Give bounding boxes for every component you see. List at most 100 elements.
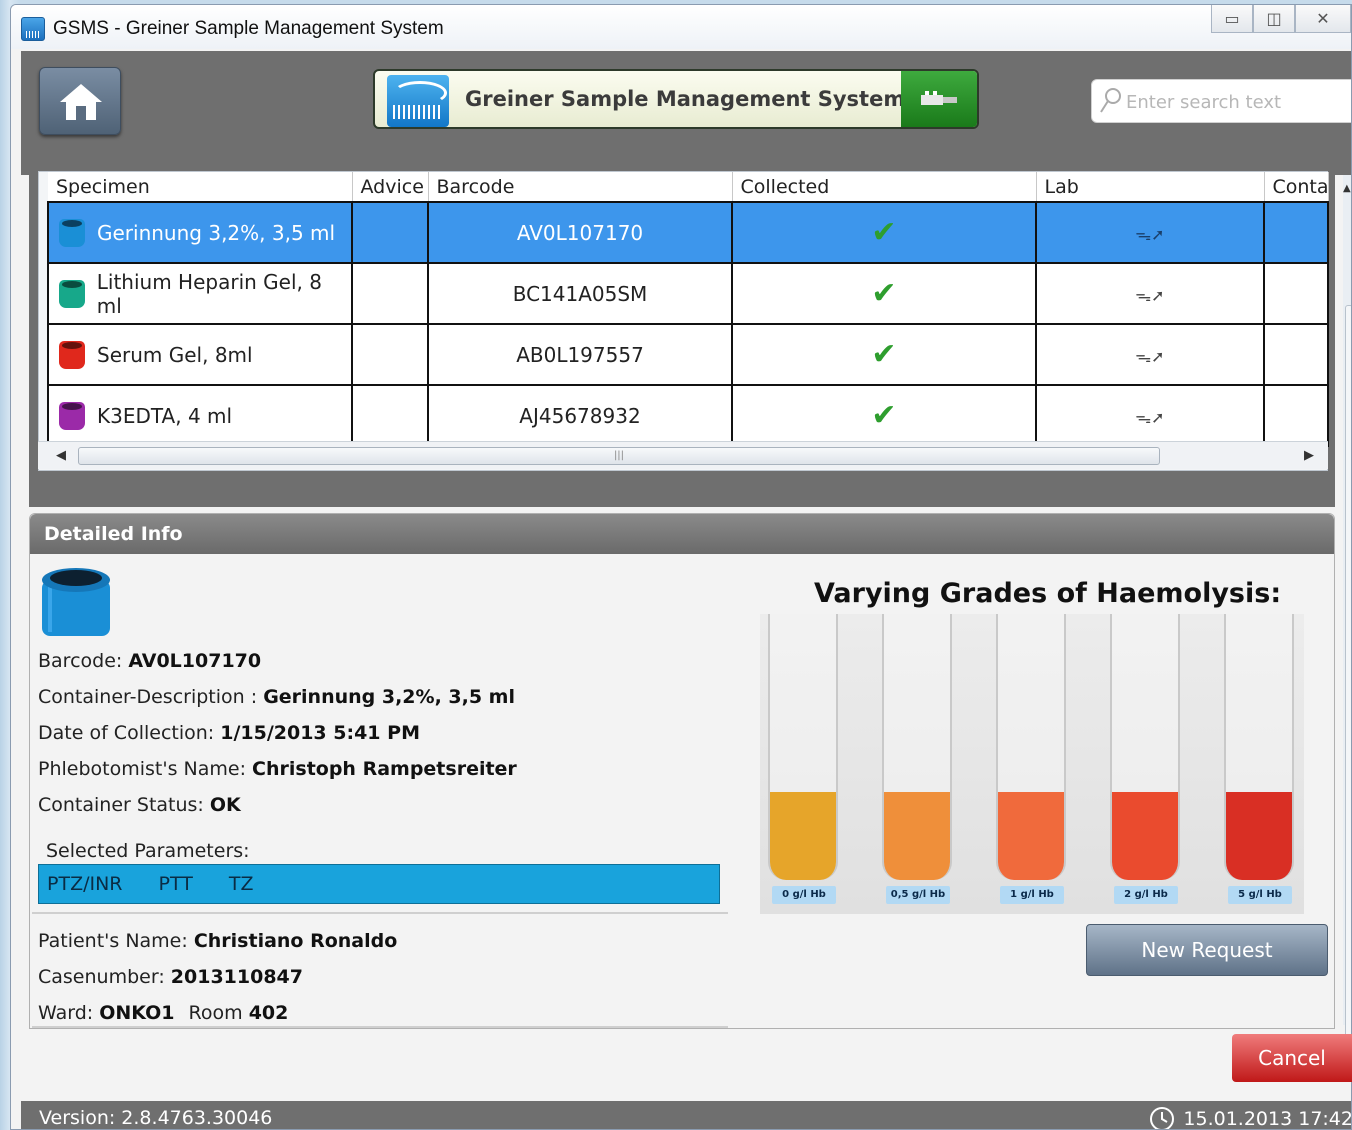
- haemolysis-fill: [884, 792, 950, 880]
- divider: [32, 1026, 728, 1028]
- table-row[interactable]: Gerinnung 3,2%, 3,5 ml AV0L107170 ✔ ᯓ➚: [47, 201, 1329, 264]
- barcode-info: Barcode: AV0L107170: [38, 650, 261, 672]
- status-bar: Version: 2.8.4763.30046 15.01.2013 17:42: [21, 1101, 1352, 1130]
- advice-cell[interactable]: [351, 384, 429, 447]
- specimen-cell[interactable]: Lithium Heparin Gel, 8 ml: [47, 262, 353, 325]
- haemolysis-fill: [770, 792, 836, 880]
- collected-cell[interactable]: ✔: [731, 323, 1037, 386]
- scroll-right-icon[interactable]: ▶: [1304, 448, 1314, 463]
- detailed-info-header: Detailed Info: [30, 514, 1334, 554]
- search-input[interactable]: [1126, 88, 1346, 116]
- lab-cell[interactable]: ᯓ➚: [1035, 384, 1265, 447]
- scroll-left-icon[interactable]: ◀: [56, 448, 66, 463]
- parameter-item[interactable]: PTT: [159, 873, 193, 895]
- collection-date-label: Date of Collection:: [38, 722, 215, 744]
- specimen-name: Gerinnung 3,2%, 3,5 ml: [97, 220, 336, 245]
- clock-icon: [1150, 1107, 1175, 1129]
- table-row[interactable]: Lithium Heparin Gel, 8 ml BC141A05SM ✔ ᯓ➚: [47, 262, 1329, 325]
- app-window: GSMS - Greiner Sample Management System …: [10, 4, 1352, 1130]
- maximize-icon[interactable]: ◫: [1253, 5, 1295, 33]
- casenumber-info: Casenumber: 2013110847: [38, 966, 303, 988]
- specimen-name: Lithium Heparin Gel, 8 ml: [96, 269, 322, 318]
- haemolysis-label: 0,5 g/l Hb: [886, 886, 950, 904]
- window-title: GSMS - Greiner Sample Management System: [53, 18, 444, 39]
- barcode-cell[interactable]: AJ45678932: [427, 384, 733, 447]
- checkmark-icon: ✔: [871, 337, 897, 372]
- table-row[interactable]: K3EDTA, 4 ml AJ45678932 ✔ ᯓ➚: [47, 384, 1329, 447]
- collection-date-info: Date of Collection: 1/15/2013 5:41 PM: [38, 722, 420, 744]
- phlebotomist-value: Christoph Rampetsreiter: [252, 758, 517, 780]
- datetime-value: 15.01.2013 17:42: [1183, 1108, 1352, 1130]
- haemolysis-label: 0 g/l Hb: [772, 886, 836, 904]
- specimen-tube-icon: [59, 401, 85, 430]
- vertical-scroll-thumb[interactable]: [1345, 305, 1351, 1045]
- container-info: Container-Description : Gerinnung 3,2%, …: [38, 686, 515, 708]
- close-icon[interactable]: ✕: [1295, 5, 1351, 33]
- advice-cell[interactable]: [351, 201, 429, 264]
- column-header-lab[interactable]: Lab: [1036, 172, 1265, 202]
- container-cell[interactable]: [1263, 262, 1329, 325]
- app-header: Greiner Sample Management System: [21, 51, 1351, 175]
- lab-cell[interactable]: ᯓ➚: [1035, 201, 1265, 264]
- table-row[interactable]: Serum Gel, 8ml AB0L197557 ✔ ᯓ➚: [47, 323, 1329, 386]
- lab-cell[interactable]: ᯓ➚: [1035, 262, 1265, 325]
- selected-parameters-list[interactable]: PTZ/INR PTT TZ: [38, 864, 720, 904]
- brand-title: Greiner Sample Management System: [465, 87, 906, 111]
- haemolysis-label: 2 g/l Hb: [1114, 886, 1178, 904]
- barcode-cell[interactable]: BC141A05SM: [427, 262, 733, 325]
- collected-cell[interactable]: ✔: [731, 384, 1037, 447]
- column-header-container[interactable]: Conta: [1264, 172, 1329, 202]
- container-cell[interactable]: [1263, 384, 1329, 447]
- advice-cell[interactable]: [351, 323, 429, 386]
- container-cell[interactable]: [1263, 323, 1329, 386]
- brand-banner: Greiner Sample Management System: [373, 69, 979, 129]
- specimen-name: K3EDTA, 4 ml: [97, 403, 233, 428]
- greiner-logo-icon: [387, 75, 449, 127]
- new-request-button[interactable]: New Request: [1086, 924, 1328, 976]
- specimen-tube-icon: [59, 218, 85, 247]
- clock-display: 15.01.2013 17:42: [1149, 1106, 1352, 1130]
- column-header-barcode[interactable]: Barcode: [428, 172, 733, 202]
- home-button[interactable]: [39, 67, 121, 135]
- specimen-cell[interactable]: Serum Gel, 8ml: [47, 323, 353, 386]
- minimize-icon[interactable]: ▭: [1211, 5, 1253, 33]
- casenumber-value: 2013110847: [170, 966, 303, 988]
- advice-cell[interactable]: [351, 262, 429, 325]
- barcode-cell[interactable]: AV0L107170: [427, 201, 733, 264]
- lab-cell[interactable]: ᯓ➚: [1035, 323, 1265, 386]
- haemolysis-tube: [882, 614, 952, 880]
- lab-transport-icon: ᯓ➚: [1135, 407, 1165, 427]
- column-header-collected[interactable]: Collected: [732, 172, 1037, 202]
- parameter-item[interactable]: TZ: [229, 873, 254, 895]
- column-header-advice[interactable]: Advice: [352, 172, 429, 202]
- container-status-label: Container Status:: [38, 794, 204, 816]
- haemolysis-title: Varying Grades of Haemolysis:: [814, 578, 1282, 609]
- barcode-cell[interactable]: AB0L197557: [427, 323, 733, 386]
- scroll-up-icon[interactable]: ▲: [1343, 183, 1351, 194]
- specimen-tube-icon: [59, 279, 85, 308]
- specimen-name: Serum Gel, 8ml: [97, 342, 253, 367]
- collected-cell[interactable]: ✔: [731, 201, 1037, 264]
- cancel-button[interactable]: Cancel: [1232, 1034, 1352, 1082]
- parameter-item[interactable]: PTZ/INR: [47, 873, 123, 895]
- window-controls: ▭ ◫ ✕: [1211, 5, 1351, 35]
- container-status-value: OK: [209, 794, 241, 816]
- specimen-cell[interactable]: Gerinnung 3,2%, 3,5 ml: [47, 201, 353, 264]
- casenumber-label: Casenumber:: [38, 966, 165, 988]
- container-value: Gerinnung 3,2%, 3,5 ml: [263, 686, 515, 708]
- container-cell[interactable]: [1263, 201, 1329, 264]
- lab-transport-icon: ᯓ➚: [1135, 285, 1165, 305]
- scroll-thumb[interactable]: |||: [78, 447, 1160, 465]
- haemolysis-fill: [1226, 792, 1292, 880]
- search-icon: [1100, 88, 1121, 113]
- haemolysis-label: 5 g/l Hb: [1228, 886, 1292, 904]
- horizontal-scrollbar[interactable]: ◀ ||| ▶: [38, 441, 1328, 469]
- vertical-scrollbar[interactable]: ▲: [1343, 175, 1351, 1045]
- column-header-specimen[interactable]: Specimen: [48, 172, 353, 202]
- specimen-cell[interactable]: K3EDTA, 4 ml: [47, 384, 353, 447]
- phlebotomist-info: Phlebotomist's Name: Christoph Rampetsre…: [38, 758, 517, 780]
- checkmark-icon: ✔: [871, 215, 897, 250]
- collected-cell[interactable]: ✔: [731, 262, 1037, 325]
- home-icon: [60, 84, 102, 120]
- search-box: [1091, 79, 1351, 123]
